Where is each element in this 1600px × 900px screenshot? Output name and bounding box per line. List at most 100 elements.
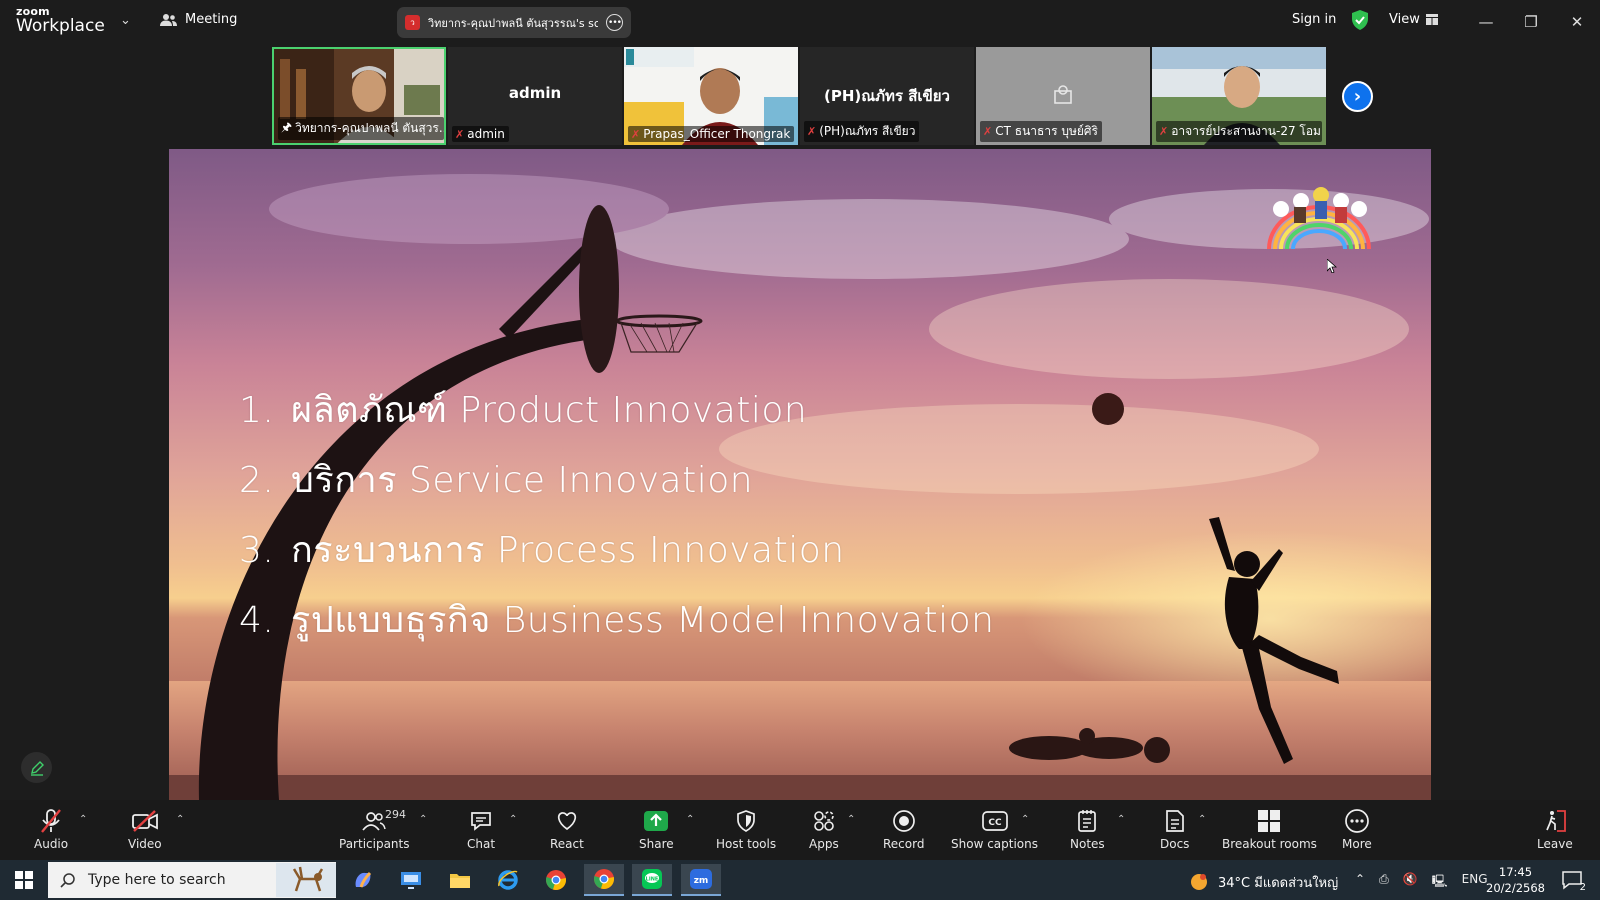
participants-caret-icon[interactable]: ⌃ xyxy=(419,814,427,825)
internet-explorer-app[interactable] xyxy=(488,864,528,896)
view-button[interactable]: View xyxy=(1389,12,1438,27)
captions-caret-icon[interactable]: ⌃ xyxy=(1021,814,1029,825)
language-indicator[interactable]: ENG xyxy=(1462,872,1488,893)
video-options-caret-icon[interactable]: ⌃ xyxy=(176,814,184,825)
breakout-rooms-button[interactable]: Breakout rooms xyxy=(1222,806,1317,851)
reindeer-search-highlight-icon xyxy=(276,863,336,897)
chat-caret-icon[interactable]: ⌃ xyxy=(509,814,517,825)
apps-caret-icon[interactable]: ⌃ xyxy=(847,814,855,825)
participant-name-tag: ✗ admin xyxy=(452,126,509,142)
taskbar-search[interactable]: Type here to search xyxy=(48,862,336,898)
weather-widget[interactable]: 34°C มีแดดส่วนใหญ่ xyxy=(1188,871,1338,893)
player-silhouette xyxy=(1209,517,1339,764)
search-icon xyxy=(60,873,75,888)
more-label: More xyxy=(1342,837,1372,851)
participant-name: Prapas_Officer Thongrak xyxy=(643,127,791,141)
title-bar: zoom Workplace ⌄ Meeting ว วิทยากร-คุณปา… xyxy=(0,0,1600,44)
show-captions-button[interactable]: CC Show captions xyxy=(951,806,1038,851)
host-tools-button[interactable]: Host tools xyxy=(716,806,776,851)
participant-tile[interactable]: admin ✗ admin xyxy=(448,47,622,145)
security-shield-icon[interactable] xyxy=(1351,10,1369,30)
sign-in-link[interactable]: Sign in xyxy=(1292,12,1336,27)
chat-button[interactable]: Chat xyxy=(467,806,495,851)
chat-label: Chat xyxy=(467,837,496,851)
next-page-button[interactable]: › xyxy=(1342,81,1373,112)
chrome-icon xyxy=(546,870,566,890)
remote-desktop-app[interactable] xyxy=(391,864,431,896)
zoom-logo[interactable]: zoom Workplace xyxy=(16,6,116,35)
share-screen-icon xyxy=(644,811,669,831)
more-options-icon[interactable]: ••• xyxy=(606,14,623,31)
notification-button[interactable]: 2 xyxy=(1552,864,1592,896)
minimize-icon[interactable]: — xyxy=(1472,8,1500,36)
share-status-icon: ว xyxy=(405,15,420,30)
react-button[interactable]: React xyxy=(550,806,584,851)
list-item: 4. รูปแบบธุรกิจ Business Model Innovatio… xyxy=(239,591,994,661)
speaker-muted-icon[interactable]: 🔇 xyxy=(1403,872,1418,893)
chevron-right-icon: › xyxy=(1353,86,1362,107)
docs-icon xyxy=(1165,810,1184,832)
video-button[interactable]: Video xyxy=(128,806,162,851)
participant-display-name: (PH)ณภัทร สีเขียว xyxy=(824,87,950,105)
chevron-down-icon[interactable]: ⌄ xyxy=(120,13,131,28)
start-button[interactable] xyxy=(4,864,44,896)
participant-tile[interactable]: ✗ CT ธนาธาร บุษย์ศิริ xyxy=(976,47,1150,145)
people-silhouette xyxy=(1009,728,1170,763)
monitor-icon xyxy=(401,872,421,889)
zoom-app[interactable]: zm xyxy=(681,864,721,896)
line-app[interactable]: LINE xyxy=(632,864,672,896)
screen-share-status[interactable]: ว วิทยากร-คุณปาพลนี ตันสุวรรณ's scre ••• xyxy=(397,7,631,38)
meet-now-icon[interactable]: ⎙ xyxy=(1379,872,1389,893)
docs-caret-icon[interactable]: ⌃ xyxy=(1198,814,1206,825)
list-item: 2. บริการ Service Innovation xyxy=(239,451,994,521)
restore-icon[interactable]: ❐ xyxy=(1517,8,1545,36)
tray-expand-icon[interactable]: ⌃ xyxy=(1355,872,1365,893)
shared-screen: 1. ผลิตภัณฑ์ Product Innovation 2. บริกา… xyxy=(169,149,1431,800)
share-status-text: วิทยากร-คุณปาพลนี ตันสุวรรณ's scre xyxy=(428,16,598,30)
more-icon xyxy=(1345,809,1369,833)
sun-icon xyxy=(1191,874,1207,890)
apps-button[interactable]: Apps xyxy=(809,806,839,851)
taskbar-clock[interactable]: 17:45 20/2/2568 xyxy=(1486,864,1545,896)
heart-icon xyxy=(557,812,577,831)
meeting-menu[interactable]: Meeting xyxy=(160,12,237,27)
participant-tile[interactable]: ✗ Prapas_Officer Thongrak xyxy=(624,47,798,145)
item-text: บริการ Service Innovation xyxy=(291,460,754,501)
muted-mic-icon: ✗ xyxy=(455,127,465,141)
captions-label: Show captions xyxy=(951,837,1038,851)
muted-mic-icon: ✗ xyxy=(983,125,993,138)
audio-button[interactable]: Audio xyxy=(34,806,68,851)
meeting-label: Meeting xyxy=(185,12,238,27)
participant-tile[interactable]: ✗ อาจารย์ประสานงาน-27 โอม ... xyxy=(1152,47,1326,145)
close-icon[interactable]: ✕ xyxy=(1563,8,1591,36)
breakout-label: Breakout rooms xyxy=(1222,837,1317,851)
participant-tile[interactable]: (PH)ณภัทร สีเขียว ✗ (PH)ณภัทร สีเขียว xyxy=(800,47,974,145)
share-caret-icon[interactable]: ⌃ xyxy=(686,814,694,825)
chrome-profile-app[interactable] xyxy=(584,864,624,896)
list-item: 1. ผลิตภัณฑ์ Product Innovation xyxy=(239,381,994,451)
file-explorer-app[interactable] xyxy=(440,864,480,896)
rainbow-sticker-image xyxy=(1267,187,1371,250)
network-icon[interactable]: 🖳 xyxy=(1432,872,1448,893)
apps-label: Apps xyxy=(809,837,839,851)
share-button[interactable]: Share xyxy=(639,806,674,851)
more-button[interactable]: More xyxy=(1342,806,1372,851)
item-number: 2. xyxy=(239,460,275,501)
notes-button[interactable]: Notes xyxy=(1070,806,1105,851)
record-button[interactable]: Record xyxy=(883,806,924,851)
captions-icon: CC xyxy=(981,811,1008,831)
participant-name: admin xyxy=(467,127,505,141)
meeting-toolbar: Audio ⌃ Video ⌃ Participants 294 ⌃ Chat … xyxy=(0,800,1600,860)
chrome-app[interactable] xyxy=(536,864,576,896)
docs-button[interactable]: Docs xyxy=(1160,806,1189,851)
copilot-app[interactable] xyxy=(343,864,383,896)
item-text: รูปแบบธุรกิจ Business Model Innovation xyxy=(291,600,995,641)
participant-tile[interactable]: 🖈 วิทยากร-คุณปาพลนี ตันสุวร... xyxy=(272,47,446,145)
audio-options-caret-icon[interactable]: ⌃ xyxy=(79,814,87,825)
audio-label: Audio xyxy=(34,837,69,851)
leave-button[interactable]: Leave xyxy=(1537,806,1573,851)
grid-view-icon xyxy=(1425,14,1438,25)
ie-icon xyxy=(498,870,518,890)
annotate-button[interactable] xyxy=(21,752,52,783)
notes-caret-icon[interactable]: ⌃ xyxy=(1117,814,1125,825)
